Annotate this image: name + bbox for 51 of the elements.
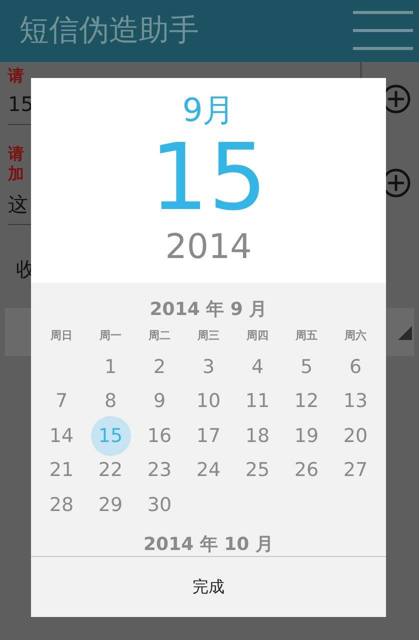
field-value[interactable]: 15 xyxy=(8,92,34,116)
calendar-day[interactable]: 6 xyxy=(349,356,362,378)
weekday-label: 周五 xyxy=(296,328,318,342)
app-title: 短信伪造助手 xyxy=(19,12,199,50)
calendar-day[interactable]: 25 xyxy=(245,459,270,482)
calendar-day[interactable]: 18 xyxy=(245,424,270,447)
calendar-day[interactable]: 5 xyxy=(300,356,313,378)
calendar-day[interactable]: 12 xyxy=(294,390,319,412)
weekday-label: 周六 xyxy=(344,328,366,342)
calendar-day[interactable]: 3 xyxy=(202,356,215,378)
field-label: 请 xyxy=(8,144,24,164)
calendar-day[interactable]: 11 xyxy=(245,390,270,412)
field-label: 加 xyxy=(8,164,24,184)
done-button[interactable]: 完成 xyxy=(31,557,386,617)
calendar-day[interactable]: 27 xyxy=(343,459,368,482)
calendar-day[interactable]: 9 xyxy=(153,390,166,412)
calendar-day[interactable]: 15 xyxy=(90,416,130,456)
calendar-day[interactable]: 4 xyxy=(251,356,264,378)
calendar-day[interactable]: 21 xyxy=(49,459,74,482)
calendar-day[interactable]: 7 xyxy=(55,390,68,412)
calendar-day[interactable]: 10 xyxy=(196,390,221,412)
calendar-day[interactable]: 23 xyxy=(147,459,172,482)
calendar-day[interactable]: 19 xyxy=(294,424,319,447)
weekday-label: 周日 xyxy=(50,328,72,342)
calendar-day[interactable]: 14 xyxy=(49,424,74,447)
selected-year[interactable]: 2014 xyxy=(31,226,386,268)
calendar-day[interactable]: 2 xyxy=(153,356,166,378)
calendar-day[interactable]: 20 xyxy=(343,424,368,447)
field-label: 请 xyxy=(8,66,24,86)
calendar-day[interactable]: 30 xyxy=(147,494,172,516)
dropdown-arrow-icon[interactable] xyxy=(398,326,412,340)
calendar-day[interactable]: 24 xyxy=(196,459,221,482)
calendar-day[interactable]: 28 xyxy=(49,494,74,516)
weekday-label: 周二 xyxy=(148,328,170,342)
calendar-day[interactable]: 8 xyxy=(104,390,117,412)
weekday-label: 周四 xyxy=(246,328,268,342)
selected-day[interactable]: 15 xyxy=(31,130,386,226)
field-value[interactable]: 这 xyxy=(8,192,28,216)
calendar-day[interactable]: 13 xyxy=(343,390,368,412)
weekday-label: 周三 xyxy=(198,328,220,342)
month-title: 2014 年 9 月 xyxy=(148,298,268,322)
weekday-label: 周一 xyxy=(100,328,122,342)
calendar-day[interactable]: 16 xyxy=(147,424,172,447)
calendar-day[interactable]: 22 xyxy=(98,459,123,482)
menu-icon[interactable] xyxy=(353,10,413,52)
month-title: 2014 年 10 月 xyxy=(142,534,274,556)
calendar-day[interactable]: 29 xyxy=(98,494,123,516)
calendar-day[interactable]: 26 xyxy=(294,459,319,482)
selected-month[interactable]: 9月 xyxy=(31,78,386,130)
calendar-day[interactable]: 17 xyxy=(196,424,221,447)
calendar-day[interactable]: 1 xyxy=(104,356,117,378)
